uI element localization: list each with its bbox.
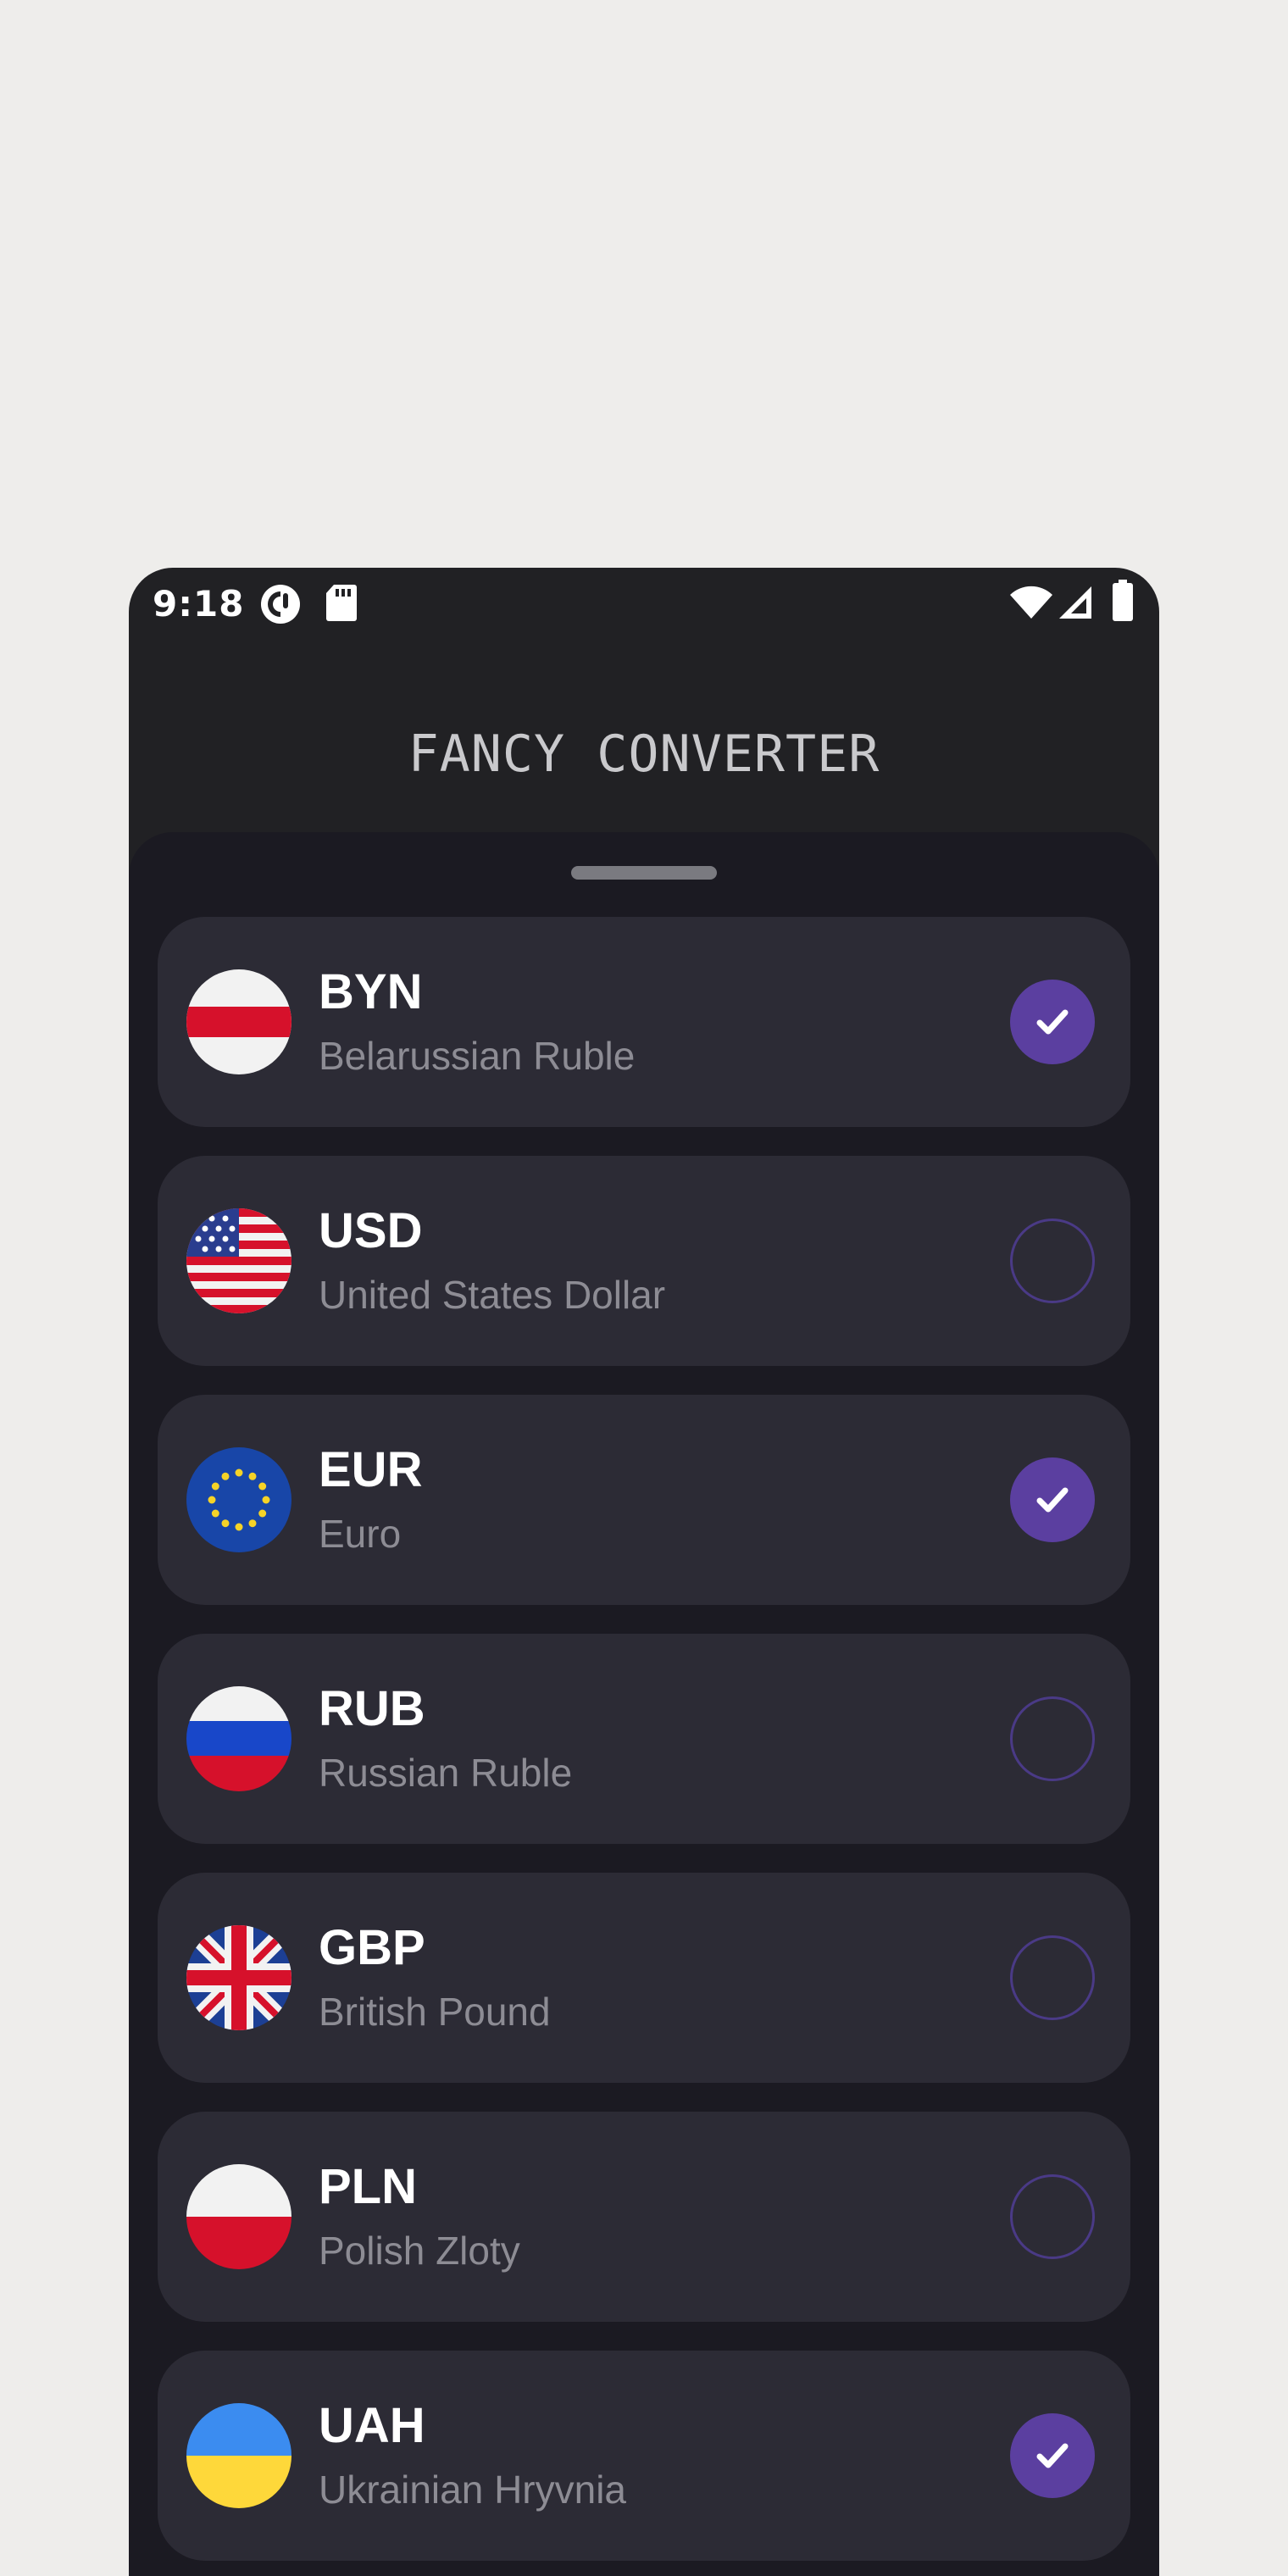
eu-flag-icon — [186, 1447, 291, 1552]
currency-code: PLN — [319, 2159, 417, 2214]
currency-name: Euro — [319, 1512, 402, 1556]
currency-code: BYN — [319, 964, 423, 1019]
currency-item-uah[interactable]: UAH Ukrainian Hryvnia — [158, 2351, 1130, 2561]
currency-code: EUR — [319, 1442, 423, 1497]
sd-card-icon — [325, 583, 358, 625]
currency-checkbox[interactable] — [1010, 1219, 1095, 1303]
uk-flag-icon — [186, 1925, 291, 2030]
currency-checkbox[interactable] — [1010, 1696, 1095, 1781]
checkmark-icon — [1036, 1487, 1069, 1513]
russia-flag-icon — [186, 1686, 291, 1791]
checkmark-icon — [1036, 1009, 1069, 1035]
wifi-icon — [1008, 585, 1054, 624]
currency-name: Belarussian Ruble — [319, 1034, 636, 1078]
status-bar: 9:18 — [129, 568, 1159, 641]
currency-checkbox[interactable] — [1010, 2413, 1095, 2498]
phone-screen: 9:18 FANCY CONVERTER BYN Belarussian Rub… — [129, 568, 1159, 2576]
currency-code: RUB — [319, 1681, 425, 1736]
currency-name: United States Dollar — [319, 1273, 666, 1317]
currency-name: Polish Zloty — [319, 2229, 520, 2273]
signal-icon — [1058, 585, 1093, 624]
ukraine-flag-icon — [186, 2403, 291, 2508]
poland-flag-icon — [186, 2164, 291, 2269]
currency-item-rub[interactable]: RUB Russian Ruble — [158, 1634, 1130, 1844]
belarus-flag-icon — [186, 969, 291, 1074]
currency-code: UAH — [319, 2398, 425, 2453]
currency-bottom-sheet[interactable]: BYN Belarussian Ruble USD United States … — [129, 832, 1159, 2576]
app-title: FANCY CONVERTER — [408, 724, 880, 784]
sheet-drag-handle[interactable] — [571, 866, 717, 880]
currency-item-pln[interactable]: PLN Polish Zloty — [158, 2112, 1130, 2322]
currency-checkbox[interactable] — [1010, 980, 1095, 1064]
usa-flag-icon — [186, 1208, 291, 1313]
currency-item-gbp[interactable]: GBP British Pound — [158, 1873, 1130, 2083]
currency-item-byn[interactable]: BYN Belarussian Ruble — [158, 917, 1130, 1127]
currency-name: Russian Ruble — [319, 1751, 573, 1795]
currency-checkbox[interactable] — [1010, 1935, 1095, 2020]
status-time: 9:18 — [153, 583, 245, 625]
currency-item-eur[interactable]: EUR Euro — [158, 1395, 1130, 1605]
currency-checkbox[interactable] — [1010, 1457, 1095, 1542]
currency-code: USD — [319, 1203, 423, 1258]
currency-code: GBP — [319, 1920, 425, 1975]
currency-checkbox[interactable] — [1010, 2174, 1095, 2259]
pocket-casts-icon — [259, 583, 302, 629]
checkmark-icon — [1036, 2443, 1069, 2468]
currency-item-usd[interactable]: USD United States Dollar — [158, 1156, 1130, 1366]
currency-name: Ukrainian Hryvnia — [319, 2468, 627, 2512]
currency-name: British Pound — [319, 1990, 551, 2034]
battery-icon — [1112, 580, 1134, 625]
